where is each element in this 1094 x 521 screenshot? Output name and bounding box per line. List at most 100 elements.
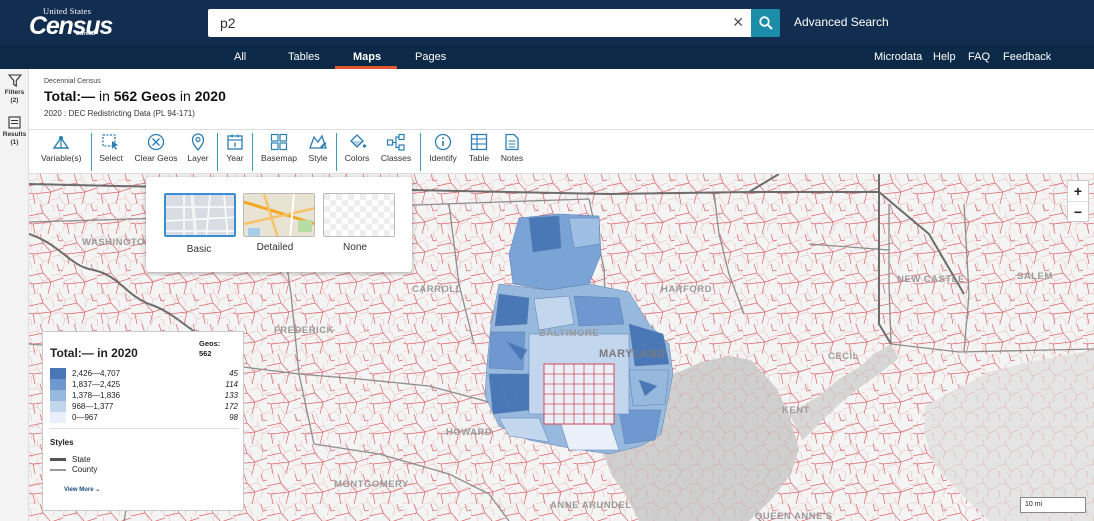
advanced-search-link[interactable]: Advanced Search [794,15,889,29]
legend-geos-label: Geos: [199,339,221,348]
basemap-detailed-label: Detailed [256,242,294,253]
legend-class-row: 0—967 98 [50,412,238,423]
classes-tool[interactable]: Classes [379,133,413,163]
legend-swatch [50,379,66,390]
map-label-baltimore: BALTIMORE [539,328,600,339]
dataset-name: 2020 : DEC Redistricting Data (PL 94-171… [44,109,195,118]
legend-swatch [50,390,66,401]
notes-label: Notes [500,153,524,163]
logo-bureau: Bureau [76,31,95,37]
results-icon [8,116,21,129]
close-icon[interactable]: ✕ [732,14,744,31]
legend-style-county: County [50,465,97,474]
detailed-map-thumbnail [244,194,314,236]
title-geos: 562 Geos [113,88,177,104]
legend-class-row: 968—1,377 172 [50,401,238,412]
search-input[interactable]: p2 ✕ [208,9,752,37]
variables-icon [52,136,70,149]
colors-tool[interactable]: Colors [343,133,371,163]
active-tab-indicator [335,66,397,69]
basemap-tool[interactable]: Basemap [260,133,298,163]
nav-bar: All Tables Maps Pages Microdata Help FAQ… [0,45,1094,69]
search-icon [758,16,773,30]
microdata-link[interactable]: Microdata [874,51,922,63]
top-header: United States Census Bureau p2 ✕ Advance… [0,0,1094,45]
year-tool[interactable]: Year [225,133,245,163]
toolbar-divider [91,133,92,171]
search-value: p2 [220,15,236,31]
legend-class-row: 1,378—1,836 133 [50,390,238,401]
search-button[interactable] [751,9,780,37]
variables-label: Variable(s) [41,153,82,163]
faq-link[interactable]: FAQ [968,51,990,63]
title-year: 2020 [194,88,226,104]
basemap-icon [270,133,288,151]
map-label-cecil: CECIL [828,351,859,362]
basemap-none-thumb[interactable] [323,193,395,237]
layer-tool[interactable]: Layer [187,133,209,163]
survey-name: Decennial Census [44,78,101,85]
chevron-down-icon: ⌄ [95,487,101,493]
legend-swatch [50,401,66,412]
toolbar-divider [336,133,337,171]
legend-count: 133 [224,391,238,400]
tab-all[interactable]: All [234,51,246,63]
title-variable: Total:— [44,88,96,104]
legend-range: 1,378—1,836 [72,391,121,400]
feedback-link[interactable]: Feedback [1003,51,1051,63]
identify-label: Identify [429,153,457,163]
style-label: Style [308,153,328,163]
census-logo[interactable]: United States Census Bureau [29,6,113,40]
help-link[interactable]: Help [933,51,956,63]
legend-class-row: 1,837—2,425 114 [50,379,238,390]
legend-swatch [50,412,66,423]
clear-circle-icon [147,133,165,151]
tab-pages[interactable]: Pages [415,51,446,63]
results-count: (1) [10,139,19,146]
map-pin-icon [191,133,205,151]
state-line-swatch [50,458,66,462]
map-label-frederick: FREDERICK [274,325,334,336]
identify-tool[interactable]: Identify [427,133,459,163]
clear-geos-tool[interactable]: Clear Geos [134,133,178,163]
basemap-basic-thumb[interactable] [164,193,236,237]
calendar-icon [227,134,243,150]
map-label-harford: HARFORD [661,284,712,295]
legend-style-state-label: State [72,455,91,464]
map-label-queen-annes: QUEEN ANNE'S [755,511,833,521]
variables-tool[interactable]: Variable(s) [41,133,81,163]
view-more-link[interactable]: View More ⌄ [64,486,100,493]
select-tool[interactable]: Select [99,133,123,163]
view-more-label: View More [64,487,94,493]
toolbar-divider [420,133,421,171]
zoom-out-button[interactable]: − [1068,202,1088,222]
info-icon [434,133,452,151]
select-icon [102,134,118,150]
filters-button[interactable]: Filters (2) [0,74,29,105]
basemap-detailed-thumb[interactable] [243,193,315,237]
table-icon [470,133,488,151]
colors-label: Colors [344,153,370,163]
toolbar-divider [252,133,253,171]
style-tool[interactable]: Style [307,133,329,163]
map-label-carroll: CARROLL [412,284,462,295]
classes-label: Classes [380,153,412,163]
logo-census: Census [29,12,113,40]
county-line-swatch [50,468,66,471]
clear-geos-label: Clear Geos [134,153,178,163]
results-button[interactable]: Results (1) [0,116,29,147]
style-icon [309,134,327,149]
select-label: Select [99,153,123,163]
legend-title: Total:— in 2020 [50,346,138,360]
map-label-montgomery: MONTGOMERY [334,479,409,490]
filters-count: (2) [10,97,19,104]
scale-bar: 10 mi [1020,497,1086,513]
layer-label: Layer [187,153,209,163]
notes-tool[interactable]: Notes [500,133,524,163]
tab-tables[interactable]: Tables [288,51,320,63]
table-tool[interactable]: Table [468,133,490,163]
zoom-control: + − [1067,180,1089,222]
filter-icon [7,74,22,87]
tab-maps[interactable]: Maps [353,51,381,63]
zoom-in-button[interactable]: + [1068,181,1088,202]
